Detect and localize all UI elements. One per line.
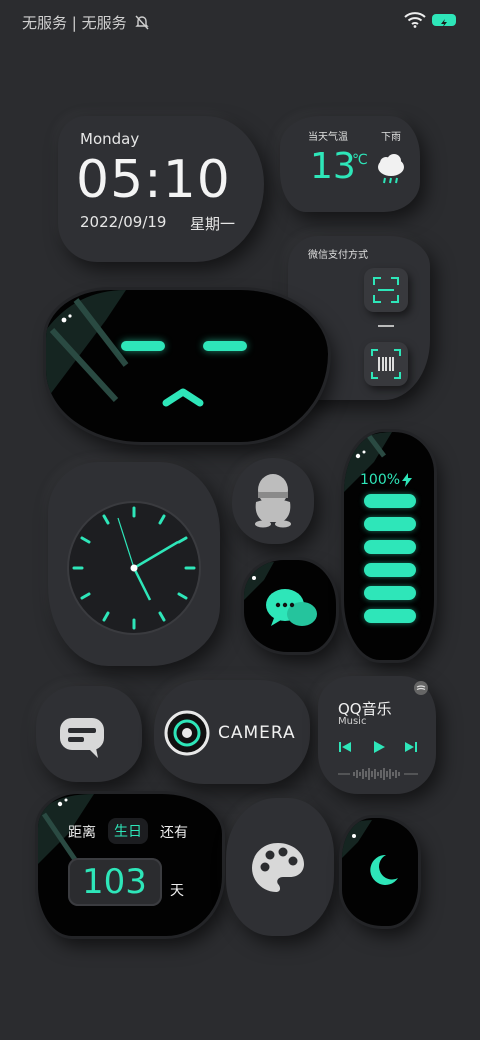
- camera-label: CAMERA: [218, 723, 296, 743]
- palette-icon[interactable]: [250, 840, 306, 900]
- birthday-suffix: 还有: [160, 825, 188, 841]
- camera-icon[interactable]: [164, 710, 210, 760]
- face-gloss: [46, 290, 129, 403]
- battery-icon: [432, 14, 456, 27]
- left-eye: [121, 341, 165, 351]
- battery-bar: [364, 586, 416, 600]
- qq-icon[interactable]: [248, 472, 298, 532]
- barcode-icon[interactable]: [364, 342, 408, 386]
- qq-music-badge-icon: [414, 680, 428, 699]
- previous-icon[interactable]: [338, 739, 352, 758]
- battery-percent: 100%: [360, 472, 401, 488]
- wifi-icon: [404, 12, 426, 32]
- birthday-prefix: 距离: [68, 825, 96, 841]
- pay-divider: [378, 325, 394, 327]
- wechat-icon[interactable]: [262, 586, 320, 634]
- battery-bar: [364, 563, 416, 577]
- carrier-text: 无服务 | 无服务: [22, 14, 127, 32]
- battery-bar: [364, 609, 416, 623]
- waveform-icon: [338, 766, 418, 785]
- birthday-event: 生日: [108, 818, 148, 844]
- weather-condition: 下雨: [381, 132, 401, 143]
- clock-date: 2022/09/19: [80, 213, 167, 231]
- clock-time: 05:10: [76, 150, 231, 210]
- rain-cloud-icon: [374, 152, 408, 190]
- face-mouth: [160, 385, 206, 413]
- qq-music-subtitle: Music: [338, 716, 367, 727]
- clock-day: Monday: [80, 130, 140, 148]
- right-eye: [203, 341, 247, 351]
- face-widget[interactable]: [46, 290, 328, 442]
- analog-clock-icon: [66, 500, 202, 640]
- birthday-unit: 天: [170, 883, 184, 899]
- battery-bar: [364, 494, 416, 508]
- scan-icon[interactable]: [364, 268, 408, 312]
- battery-bars: [364, 494, 416, 632]
- next-icon[interactable]: [404, 739, 418, 758]
- status-bar: 无服务 | 无服务: [22, 12, 150, 34]
- weather-label: 当天气温: [308, 132, 348, 143]
- bolt-icon: [402, 472, 412, 491]
- battery-bar: [364, 517, 416, 531]
- play-icon[interactable]: [372, 739, 386, 758]
- birthday-days: 103: [82, 862, 147, 902]
- clock-weekday: 星期一: [190, 215, 236, 233]
- moon-icon[interactable]: [364, 852, 400, 892]
- wechat-pay-title: 微信支付方式: [308, 250, 368, 261]
- weather-unit: ℃: [352, 152, 368, 168]
- battery-bar: [364, 540, 416, 554]
- message-icon[interactable]: [58, 716, 106, 764]
- bell-off-icon: [135, 14, 150, 34]
- weather-temperature: 13: [310, 146, 356, 187]
